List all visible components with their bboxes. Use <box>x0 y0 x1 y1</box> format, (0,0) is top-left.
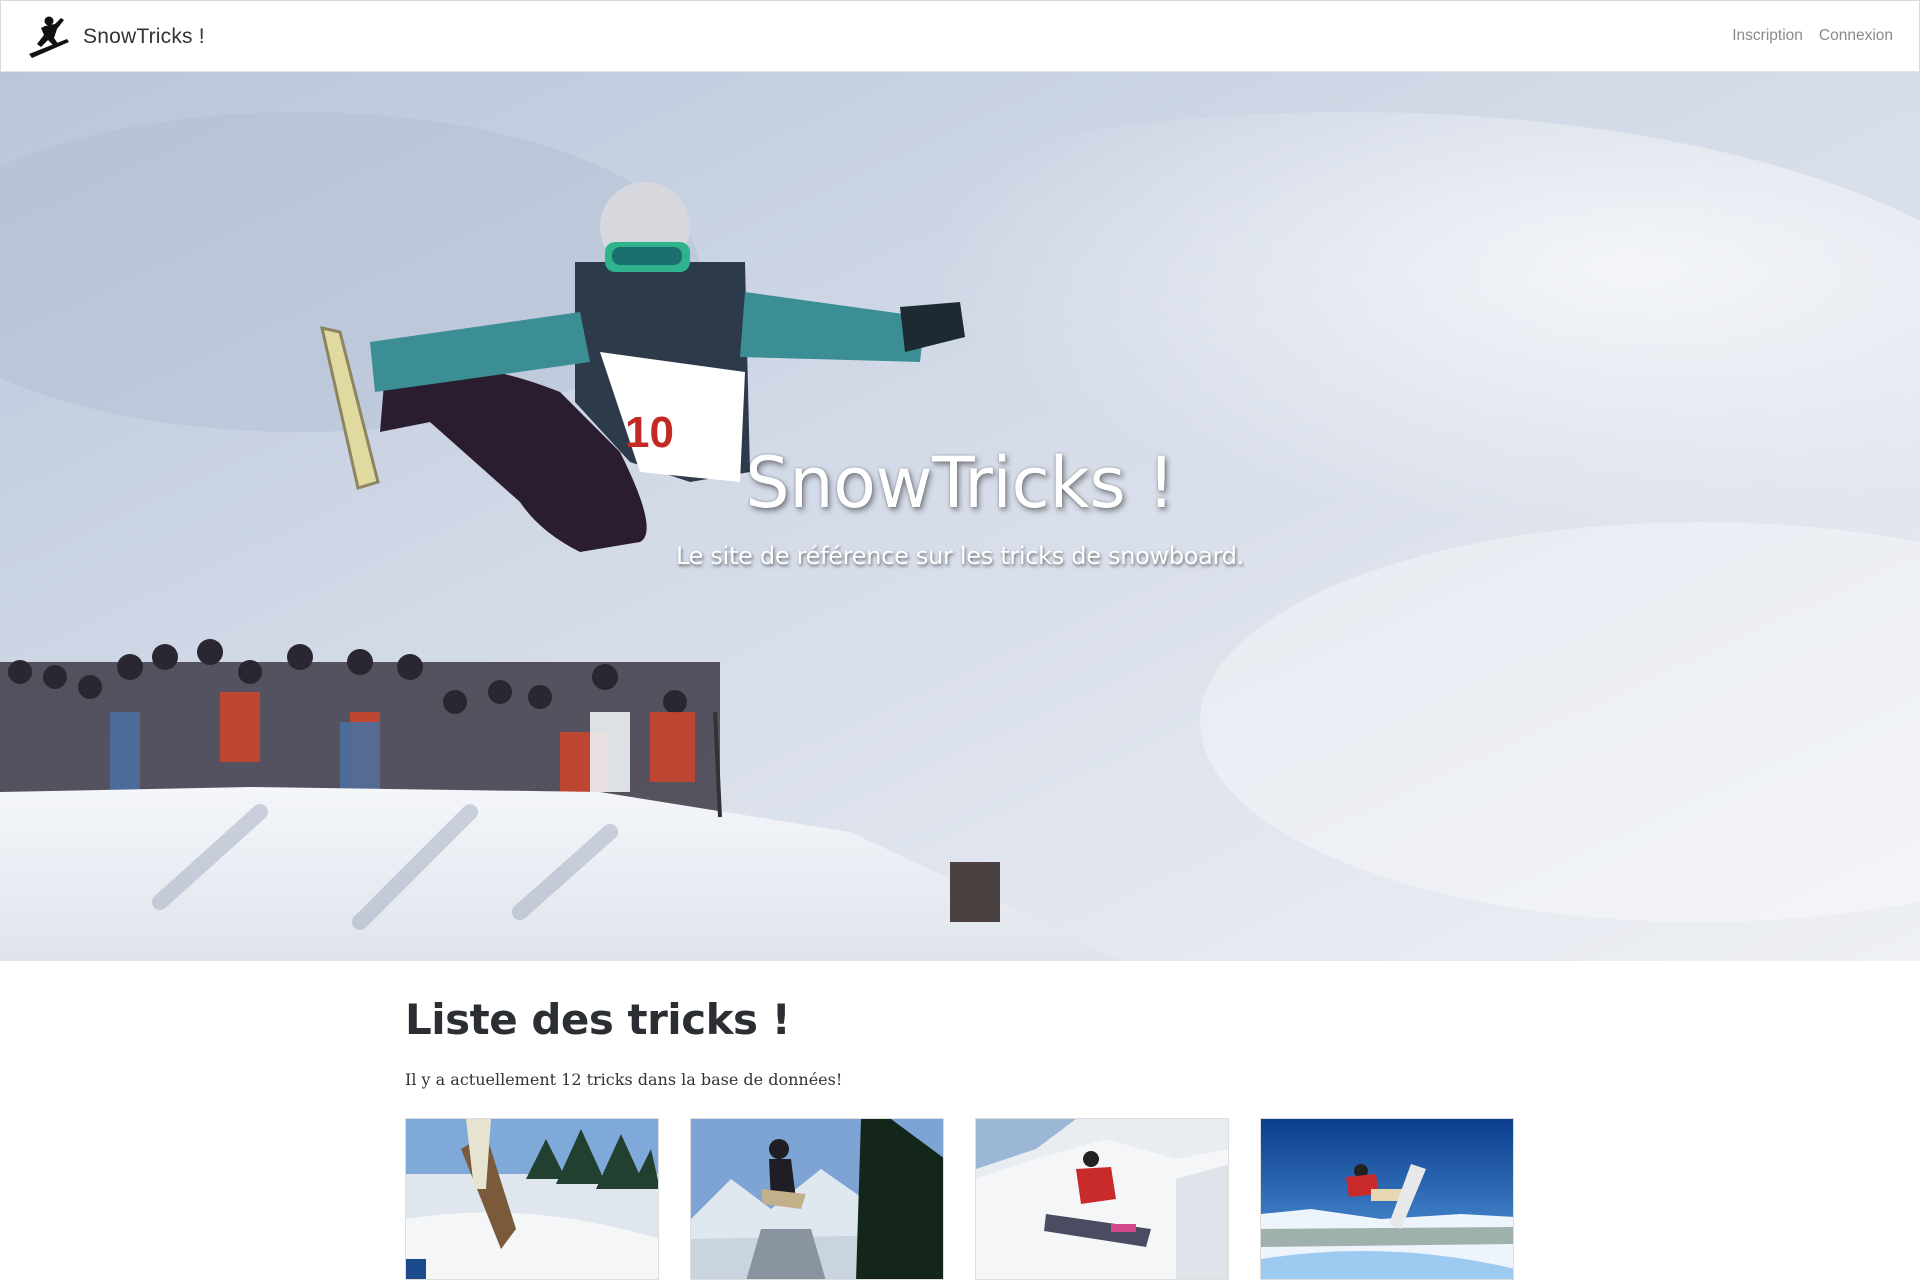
hero-subtitle: Le site de référence sur les tricks de s… <box>675 542 1244 570</box>
trick-thumbnail-4 <box>1261 1119 1513 1279</box>
hero-title: SnowTricks ! <box>745 442 1175 524</box>
trick-thumbnail-3 <box>976 1119 1228 1279</box>
trick-card[interactable] <box>975 1118 1229 1280</box>
trick-thumbnail-1 <box>406 1119 658 1279</box>
brand-name: SnowTricks ! <box>83 25 205 48</box>
nav-links: Inscription Connexion <box>1732 27 1893 45</box>
trick-card[interactable] <box>690 1118 944 1280</box>
trick-thumbnail-2 <box>691 1119 943 1279</box>
tricks-count: Il y a actuellement 12 tricks dans la ba… <box>405 1070 843 1089</box>
crowd-silhouettes <box>0 639 720 812</box>
brand-link[interactable]: SnowTricks ! <box>27 14 205 60</box>
snowboarder-logo-icon <box>29 16 69 58</box>
tricks-section: Liste des tricks ! Il y a actuellement 1… <box>405 961 1515 1280</box>
hero-banner: 10 SnowTricks ! Le site de référence sur… <box>0 72 1920 961</box>
navbar: SnowTricks ! Inscription Connexion <box>0 0 1920 72</box>
nav-link-connexion[interactable]: Connexion <box>1819 27 1893 45</box>
trick-card[interactable] <box>405 1118 659 1280</box>
tricks-heading: Liste des tricks ! <box>405 995 791 1044</box>
nav-link-inscription[interactable]: Inscription <box>1732 27 1803 45</box>
tricks-grid <box>405 1118 1514 1280</box>
trick-card[interactable] <box>1260 1118 1514 1280</box>
